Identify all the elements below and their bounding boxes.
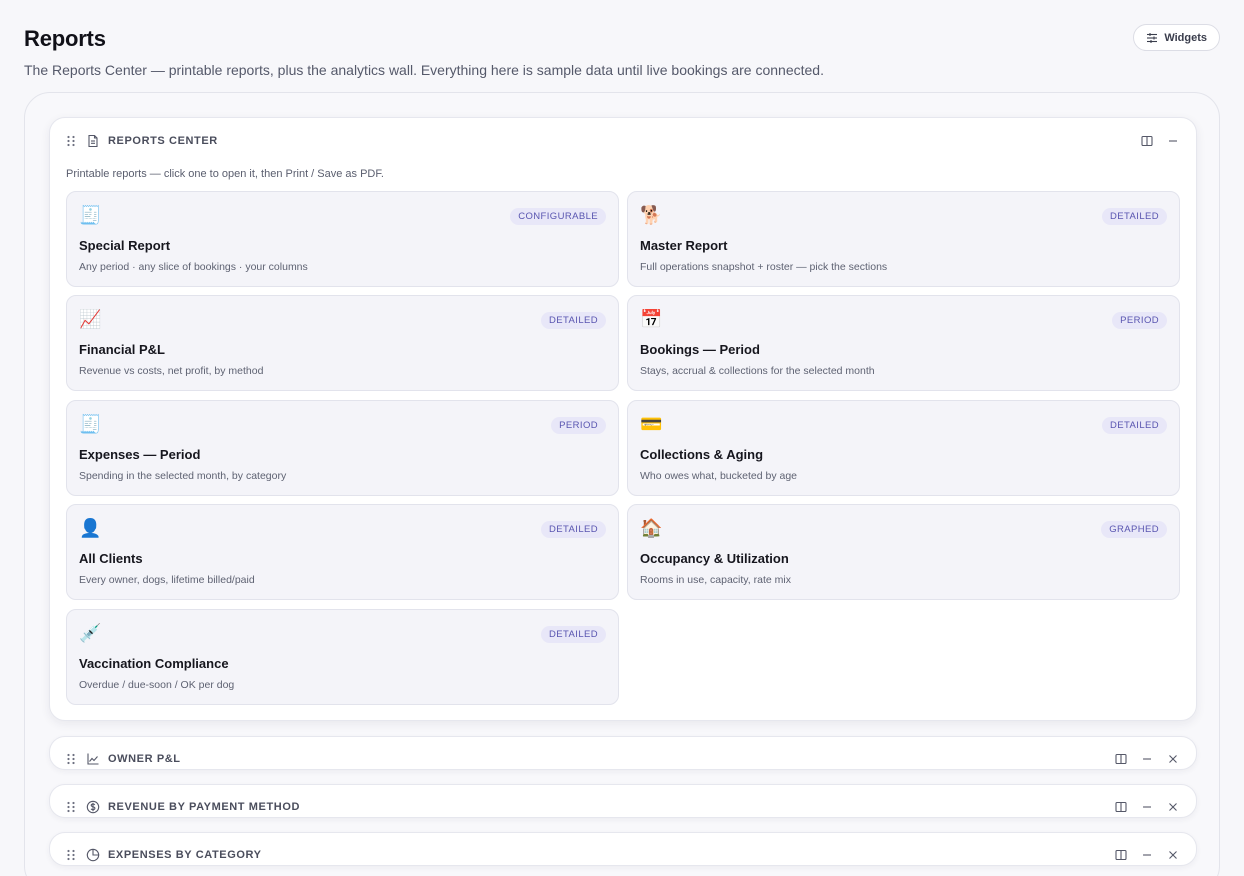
widget-actions [1114, 848, 1180, 862]
toggle-width-icon[interactable] [1114, 848, 1128, 862]
report-title: All Clients [79, 551, 143, 566]
drag-handle-icon[interactable] [66, 135, 76, 147]
pie-chart-icon [86, 848, 100, 862]
widget-title: OWNER P&L [108, 753, 181, 765]
report-description: Stays, accrual & collections for the sel… [640, 365, 875, 377]
report-badge: PERIOD [551, 417, 606, 434]
widget-header[interactable]: EXPENSES BY CATEGORY [66, 848, 1180, 862]
page-title: Reports [24, 26, 106, 51]
report-title: Special Report [79, 238, 171, 253]
report-badge: GRAPHED [1101, 521, 1167, 538]
widget-header[interactable]: REVENUE BY PAYMENT METHOD [66, 800, 1180, 814]
sliders-icon [1147, 32, 1158, 43]
report-badge: DETAILED [1102, 417, 1167, 434]
widget-revenue-by-payment-method: REVENUE BY PAYMENT METHOD [49, 784, 1197, 818]
trend-chart-icon: 📈 [79, 309, 102, 329]
widget-actions [1114, 800, 1180, 814]
dog-icon: 🐕 [640, 205, 663, 225]
report-card-special-report[interactable]: 🧾 CONFIGURABLE Special Report Any period… [66, 191, 619, 287]
page-header: Reports The Reports Center — printable r… [24, 26, 1220, 78]
house-icon: 🏠 [640, 518, 663, 538]
report-badge: DETAILED [541, 521, 606, 538]
report-title: Expenses — Period [79, 447, 201, 462]
report-description: Every owner, dogs, lifetime billed/paid [79, 574, 255, 586]
report-title: Financial P&L [79, 342, 165, 357]
report-card-bookings-period[interactable]: 📅 PERIOD Bookings — Period Stays, accrua… [627, 295, 1180, 391]
dollar-circle-icon [86, 800, 100, 814]
report-description: Overdue / due-soon / OK per dog [79, 679, 235, 691]
report-title: Bookings — Period [640, 342, 760, 357]
widget-actions [1114, 752, 1180, 766]
syringe-icon: 💉 [79, 623, 102, 643]
reports-center-title: REPORTS CENTER [108, 135, 218, 147]
reports-center-panel: REPORTS CENTER Printable reports — click… [49, 117, 1197, 721]
drag-handle-icon[interactable] [66, 753, 76, 765]
report-description: Who owes what, bucketed by age [640, 470, 798, 482]
close-icon[interactable] [1166, 848, 1180, 862]
report-badge: DETAILED [1102, 208, 1167, 225]
minimize-icon[interactable] [1140, 848, 1154, 862]
credit-card-icon: 💳 [640, 414, 663, 434]
report-card-occupancy-utilization[interactable]: 🏠 GRAPHED Occupancy & Utilization Rooms … [627, 504, 1180, 600]
widget-title: EXPENSES BY CATEGORY [108, 849, 262, 861]
report-badge: DETAILED [541, 626, 606, 643]
drag-handle-icon[interactable] [66, 849, 76, 861]
widget-title: REVENUE BY PAYMENT METHOD [108, 801, 301, 813]
report-title: Master Report [640, 238, 728, 253]
report-description: Full operations snapshot + roster — pick… [640, 261, 888, 273]
report-card-all-clients[interactable]: 👤 DETAILED All Clients Every owner, dogs… [66, 504, 619, 600]
document-icon [88, 134, 98, 148]
report-title: Collections & Aging [640, 447, 764, 462]
reports-center-header: REPORTS CENTER [66, 134, 1180, 148]
minimize-icon[interactable] [1166, 134, 1180, 148]
close-icon[interactable] [1166, 800, 1180, 814]
panel-actions [1140, 134, 1180, 148]
report-badge: DETAILED [541, 312, 606, 329]
line-chart-icon [87, 753, 99, 765]
widget-expenses-by-category: EXPENSES BY CATEGORY [49, 832, 1197, 866]
report-card-collections-aging[interactable]: 💳 DETAILED Collections & Aging Who owes … [627, 400, 1180, 496]
report-description: Any period · any slice of bookings · you… [79, 261, 308, 273]
close-icon[interactable] [1166, 752, 1180, 766]
report-title: Occupancy & Utilization [640, 551, 789, 566]
person-icon: 👤 [79, 518, 102, 538]
widget-owner-pl: OWNER P&L [49, 736, 1197, 770]
drag-handle-icon[interactable] [66, 801, 76, 813]
toggle-width-icon[interactable] [1114, 752, 1128, 766]
receipt-icon: 🧾 [79, 414, 102, 434]
minimize-icon[interactable] [1140, 800, 1154, 814]
widgets-button-label: Widgets [1164, 31, 1207, 44]
receipt-icon: 🧾 [79, 205, 102, 225]
report-badge: PERIOD [1112, 312, 1167, 329]
report-card-financial-pl[interactable]: 📈 DETAILED Financial P&L Revenue vs cost… [66, 295, 619, 391]
report-description: Rooms in use, capacity, rate mix [640, 574, 791, 586]
report-card-expenses-period[interactable]: 🧾 PERIOD Expenses — Period Spending in t… [66, 400, 619, 496]
report-title: Vaccination Compliance [79, 656, 229, 671]
analytics-wall: REPORTS CENTER Printable reports — click… [24, 92, 1220, 876]
minimize-icon[interactable] [1140, 752, 1154, 766]
toggle-width-icon[interactable] [1140, 134, 1154, 148]
calendar-icon: 📅 [640, 309, 663, 329]
report-description: Spending in the selected month, by categ… [79, 470, 287, 482]
report-badge: CONFIGURABLE [510, 208, 606, 225]
toggle-width-icon[interactable] [1114, 800, 1128, 814]
reports-center-description: Printable reports — click one to open it… [66, 168, 384, 180]
widget-header[interactable]: OWNER P&L [66, 752, 1180, 766]
report-card-master-report[interactable]: 🐕 DETAILED Master Report Full operations… [627, 191, 1180, 287]
widgets-button[interactable]: Widgets [1133, 24, 1220, 51]
report-card-vaccination-compliance[interactable]: 💉 DETAILED Vaccination Compliance Overdu… [66, 609, 619, 705]
report-description: Revenue vs costs, net profit, by method [79, 365, 264, 377]
page-subtitle: The Reports Center — printable reports, … [24, 62, 824, 78]
